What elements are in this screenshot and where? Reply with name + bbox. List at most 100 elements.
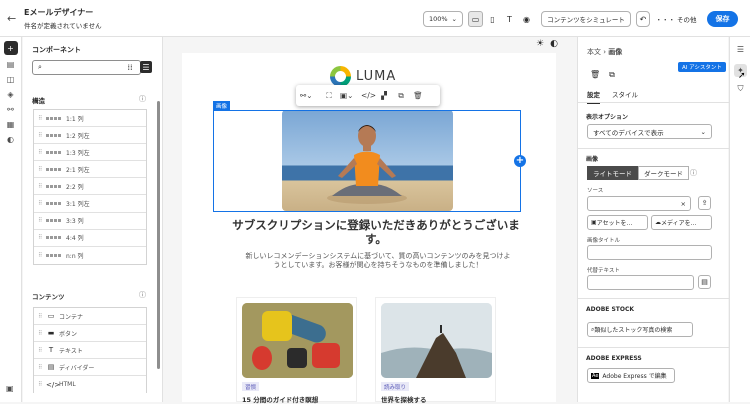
select-media-button[interactable]: ☁ メディアを... (651, 215, 712, 230)
panel-title: コンポーネント (32, 46, 81, 54)
back-arrow-icon[interactable]: ← (7, 12, 16, 25)
select-asset-button[interactable]: ▣ アセットを... (587, 215, 648, 230)
gear-photo (242, 303, 353, 378)
personalize-icon[interactable]: ▤ (698, 275, 711, 289)
display-options-select[interactable]: すべてのデバイスで表示 ⌄ (587, 124, 712, 139)
desktop-icon[interactable]: ▭ (468, 11, 483, 27)
card-title: 世界を探検する (381, 396, 427, 404)
drag-handle-icon: ⠿ (38, 329, 43, 337)
list-item[interactable]: ⠿ </> HTML (34, 376, 146, 393)
settings-sliders-icon[interactable]: ☰ (734, 43, 747, 56)
assets-icon[interactable]: ◫ (5, 74, 17, 85)
text-view-icon[interactable]: T (502, 11, 517, 27)
help-icon[interactable]: ▣ (6, 384, 14, 393)
simulate-content-button[interactable]: コンテンツをシミュレート (541, 11, 631, 27)
components-panel: コンポーネント ⌕ ⁞⁞ ☰ 構造 ⓘ ⠿ 1:1 列 ⠿ 1:2 列左 ⠿ 1:3 … (23, 37, 163, 402)
more-menu-button[interactable]: ・・・ その他 (655, 11, 697, 27)
source-field[interactable]: × (587, 196, 691, 211)
image-title-label: 画像タイトル (587, 238, 621, 244)
link-icon[interactable]: ⚯ (5, 104, 17, 115)
list-item[interactable]: ⠿ ▭ コンテナ (34, 308, 146, 326)
info-icon[interactable]: ⓘ (139, 94, 146, 104)
clear-icon[interactable]: × (681, 200, 686, 208)
add-components-icon[interactable]: + (3, 41, 18, 55)
email-headline[interactable]: サブスクリプションに登録いただきありがとうございます。 (230, 218, 522, 246)
zoom-value: 100% (429, 15, 448, 23)
move-icon[interactable]: ▞ (378, 91, 390, 100)
link-icon[interactable]: ⚯⌄ (300, 91, 313, 100)
adobe-express-button[interactable]: Ae Adobe Express で編集 (587, 368, 675, 383)
list-item[interactable]: ⠿ 1:1 列 (34, 110, 146, 128)
duplicate-icon[interactable]: ⧉ (395, 91, 407, 101)
code-icon[interactable]: </> (361, 91, 376, 100)
light-mode-button[interactable]: ライトモード (587, 166, 638, 180)
fragments-icon[interactable]: ▦ (5, 119, 17, 130)
shield-icon[interactable]: ⛉ (734, 82, 747, 95)
image-title-field[interactable] (587, 245, 712, 260)
item-label: 3:1 列左 (66, 201, 90, 209)
columns-icon (46, 133, 62, 137)
crop-icon[interactable]: ⛶ (323, 91, 335, 101)
duplicate-icon[interactable]: ⧉ (609, 70, 615, 80)
layers-icon[interactable]: ▤ (5, 59, 17, 70)
info-icon[interactable]: ⓘ (690, 168, 697, 178)
list-item[interactable]: ⠿ 3:1 列左 (34, 195, 146, 213)
list-item[interactable]: ⠿ ▬ ボタン (34, 325, 146, 343)
undo-icon[interactable]: ↶ (636, 11, 650, 27)
drag-handle-icon: ⠿ (38, 200, 43, 208)
alt-text-label: 代替テキスト (587, 268, 620, 274)
drag-handle-icon: ⠿ (38, 131, 43, 139)
email-body-text[interactable]: 新しいレコメンデーションシステムに基づいて、質の高いコンテンツのみを見つけようと… (245, 252, 511, 269)
theme-toggle[interactable]: ☀ ◐ (536, 39, 558, 50)
selected-image-block[interactable] (213, 110, 521, 212)
logo-mark (330, 66, 351, 87)
list-item[interactable]: ⠿ 2:2 列 (34, 178, 146, 196)
mountain-photo (381, 303, 492, 378)
brand-logo: LUMA (330, 66, 396, 87)
article-card[interactable]: 習慣 15 分間のガイド付き瞑想 (236, 297, 357, 404)
list-item[interactable]: ⠿ 1:2 列左 (34, 127, 146, 145)
breadcrumb-root[interactable]: 本文 (587, 48, 601, 56)
list-item[interactable]: ⠿ 1:3 列左 (34, 144, 146, 162)
stack-icon[interactable]: ◈ (5, 89, 17, 100)
structure-heading: 構造 (32, 97, 45, 105)
columns-icon (46, 150, 62, 154)
personalization-icon[interactable]: ◐ (5, 134, 17, 145)
item-label: 3:3 列 (66, 218, 84, 226)
list-item[interactable]: ⠿ n:n 列 (34, 247, 146, 264)
list-item[interactable]: ⠿ T テキスト (34, 342, 146, 360)
grid-view-icon[interactable]: ⁞⁞ (124, 61, 136, 73)
delete-icon[interactable]: 🗑 (590, 70, 600, 80)
scrollbar[interactable] (157, 101, 160, 369)
zoom-select[interactable]: 100% ⌄ (423, 11, 463, 27)
structure-list: ⠿ 1:1 列 ⠿ 1:2 列左 ⠿ 1:3 列左 ⠿ 2:1 列左 ⠿ 2:2 列 ⠿ 3… (33, 109, 147, 265)
text-icon: T (48, 346, 54, 355)
info-icon[interactable]: ⓘ (139, 290, 146, 300)
stock-search-button[interactable]: ⌕ 類似したストック写真の検索 (587, 322, 693, 337)
drag-handle-icon: ⠿ (38, 346, 43, 354)
list-view-icon[interactable]: ☰ (140, 61, 152, 73)
upload-icon[interactable]: ⇪ (698, 196, 711, 210)
preview-eye-icon[interactable]: ◉ (519, 11, 534, 27)
display-options-label: 表示オプション (586, 114, 629, 121)
chevron-down-icon: ⌄ (700, 127, 706, 136)
add-block-icon[interactable]: + (514, 155, 526, 167)
mobile-icon[interactable]: ▯ (485, 11, 500, 27)
content-list: ⠿ ▭ コンテナ ⠿ ▬ ボタン ⠿ T テキスト ⠿ ▤ ディバイダー ⠿ </> HTML (33, 307, 147, 394)
chevron-down-icon: ⌄ (451, 15, 457, 23)
article-card[interactable]: 読み取り 世界を探検する (375, 297, 496, 404)
image-icon[interactable]: ▣⌄ (340, 91, 353, 100)
list-item[interactable]: ⠿ ▤ ディバイダー (34, 359, 146, 377)
delete-icon[interactable]: 🗑 (412, 91, 424, 100)
alt-text-field[interactable] (587, 275, 694, 290)
dark-mode-button[interactable]: ダークモード (638, 166, 689, 180)
list-item[interactable]: ⠿ 2:1 列左 (34, 161, 146, 179)
list-item[interactable]: ⠿ 3:3 列 (34, 213, 146, 230)
item-label: HTML (59, 381, 76, 389)
save-button[interactable]: 保存 (707, 11, 738, 27)
media-button-label: メディアを... (661, 220, 697, 227)
selection-tag: 画像 (213, 101, 231, 110)
item-label: 1:3 列左 (66, 149, 90, 157)
display-options-value: すべてのデバイスで表示 (593, 128, 664, 137)
list-item[interactable]: ⠿ 4:4 列 (34, 230, 146, 247)
